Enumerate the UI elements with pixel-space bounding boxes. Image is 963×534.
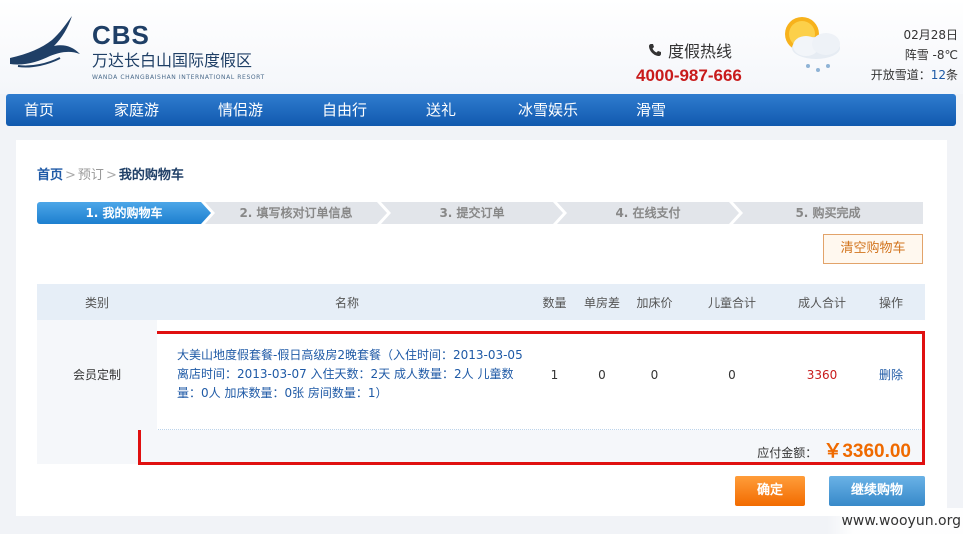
weather-condition: 阵雪 -8℃ [904,48,958,62]
breadcrumb: 首页 > 预订 > 我的购物车 [37,168,184,183]
nav-item-home[interactable]: 首页 [6,94,96,126]
table-row: 会员定制 大美山地度假套餐-假日高级房2晚套餐（入住时间：2013-03-05 … [37,319,925,430]
confirm-button[interactable]: 确定 [735,476,805,506]
table-body: 会员定制 大美山地度假套餐-假日高级房2晚套餐（入住时间：2013-03-05 … [37,319,925,464]
sun-cloud-snow-icon [785,17,840,72]
row-type: 会员定制 [37,319,157,430]
step-cart: 1. 我的购物车 [37,202,211,224]
checkout-steps: 1. 我的购物车 2. 填写核对订单信息 3. 提交订单 4. 在线支付 5. … [37,202,923,224]
hotline-number: 4000-987-666 [636,66,742,85]
phone-icon [649,44,661,56]
step-fill-order: 2. 填写核对订单信息 [205,202,387,224]
header-action: 操作 [878,295,903,310]
order-total: 应付金额： ￥3360.00 [757,436,911,463]
step-complete: 5. 购买完成 [733,202,923,224]
watermark: www.wooyun.org [827,508,963,534]
weather-info: 02月28日 阵雪 -8℃ 开放雪道：12条 [860,25,958,85]
header-name: 名称 [334,295,359,310]
header-qty: 数量 [542,295,567,310]
nav-item-gift[interactable]: 送礼 [408,94,500,126]
nav-item-family[interactable]: 家庭游 [96,94,200,126]
breadcrumb-current: 我的购物车 [118,168,184,183]
clear-cart-button[interactable]: 清空购物车 [823,234,923,264]
open-runs-count: 12 [930,68,946,82]
row-adult-total: 3360 [806,367,838,382]
hotline: 度假热线 4000-987-666 [636,38,766,86]
row-child-total: 0 [728,367,736,382]
nav-item-ice-snow[interactable]: 冰雪娱乐 [500,94,618,126]
step-submit-order: 3. 提交订单 [381,202,563,224]
row-extra-bed: 0 [650,367,659,382]
row-qty: 1 [550,367,559,382]
header-child-total: 儿童合计 [707,295,756,310]
logo-english-name: WANDA CHANGBAISHAN INTERNATIONAL RESORT [92,74,265,81]
total-label: 应付金额： [757,446,818,460]
header-extra-bed: 加床价 [636,295,673,310]
cart-panel: 首页 > 预订 > 我的购物车 1. 我的购物车 2. 填写核对订单信息 3. 提交订单… [16,140,947,516]
step-online-payment: 4. 在线支付 [557,202,739,224]
header-type: 类别 [84,295,109,310]
nav-item-couple[interactable]: 情侣游 [200,94,304,126]
main-nav: 首页 家庭游 情侣游 自由行 送礼 冰雪娱乐 滑雪 [6,94,956,126]
bird-logo-icon [10,16,80,68]
table-header: 类别 名称 数量 单房差 加床价 儿童合计 成人合计 操作 [37,284,925,320]
nav-item-free-travel[interactable]: 自由行 [304,94,408,126]
site-header: CBS 万达长白山国际度假区 WANDA CHANGBAISHAN INTERN… [0,0,963,94]
breadcrumb-home[interactable]: 首页 [37,168,63,183]
open-runs: 开放雪道：12条 [870,68,958,82]
hotline-label: 度假热线 [668,42,733,61]
delete-button[interactable]: 删除 [857,366,925,383]
nav-item-ski[interactable]: 滑雪 [618,94,708,126]
continue-shopping-button[interactable]: 继续购物 [829,476,925,506]
weather-date: 02月28日 [903,28,958,42]
header-adult-total: 成人合计 [797,295,846,310]
header-single-diff: 单房差 [583,295,620,310]
total-amount: ￥3360.00 [823,441,911,462]
row-product-name[interactable]: 大美山地度假套餐-假日高级房2晚套餐（入住时间：2013-03-05 离店时间：… [157,346,537,403]
cart-table: 类别 名称 数量 单房差 加床价 儿童合计 成人合计 操作 会员定制 大美山地度… [37,284,925,464]
logo-mark: CBS [92,20,150,50]
site-logo[interactable]: CBS 万达长白山国际度假区 WANDA CHANGBAISHAN INTERN… [8,12,278,81]
logo-name: 万达长白山国际度假区 [92,51,253,70]
breadcrumb-booking[interactable]: 预订 [78,168,104,183]
row-single-diff: 0 [598,367,606,382]
